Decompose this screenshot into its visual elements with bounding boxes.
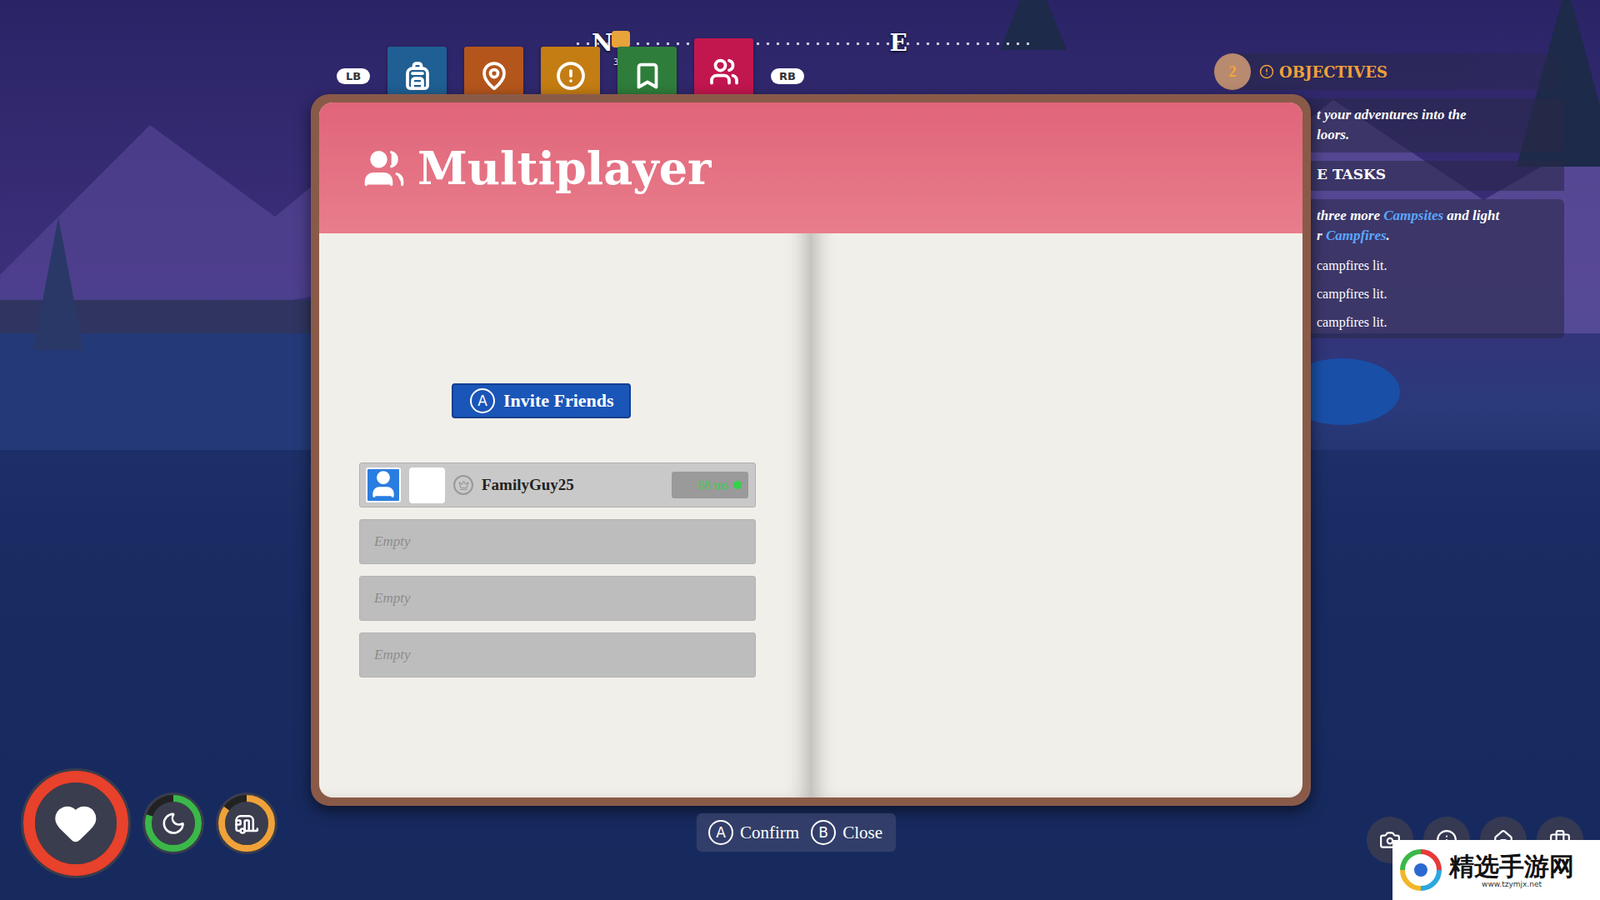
connection-dot [733,480,742,490]
meter-ring-icon [215,791,279,855]
compass-mark: E [886,29,911,57]
left-page: Multiplayer AInvite Friends FamilyGuy25 68 … [319,102,811,798]
right-bumper[interactable]: RB [770,68,805,85]
alert-icon [1259,64,1275,80]
rest-icon [160,810,186,836]
task-progress: campfires lit. [1316,315,1555,330]
right-page [810,102,1303,798]
van-meter [215,791,279,855]
host-crown-icon [453,475,474,495]
task-line: three more Campsites and light [1316,207,1555,225]
page-header [810,102,1303,234]
empty-slot: Empty [359,519,756,565]
watermark-url: www.tzymjx.net [1481,880,1542,889]
page-title: Multiplayer [417,141,711,195]
backpack-icon [402,60,433,91]
player-slot[interactable]: FamilyGuy25 68 ms [359,462,756,508]
task-progress: campfires lit. [1316,258,1555,274]
empty-slot: Empty [359,575,756,621]
a-key: A [470,388,495,414]
player-slots: FamilyGuy25 68 ms Empty Empty Empty [359,462,756,678]
task-line: r Campfires. [1316,227,1555,245]
journal-book: Multiplayer AInvite Friends FamilyGuy25 68 … [310,94,1311,806]
health-icon [53,800,99,846]
objective-count: 2 [1214,53,1251,90]
watermark-logo-icon [1397,846,1445,894]
invite-friends-button[interactable]: AInvite Friends [451,383,631,419]
health-meter [20,767,132,880]
left-bumper[interactable]: LB [336,68,370,85]
van-icon [234,810,260,836]
objectives-header: 2 OBJECTIVES [1214,53,1565,90]
watermark-name: 精选手游网 [1449,852,1575,880]
map-icon [479,60,510,91]
button-hints: AConfirm BClose [696,813,896,852]
status-meters [20,767,279,880]
bookmarks-icon [632,60,663,91]
multiplayer-icon [362,146,406,190]
rest-meter [141,791,205,855]
objectives-title: OBJECTIVES [1259,63,1388,81]
task-progress: campfires lit. [1316,286,1555,302]
campsite-marker-icon [611,30,630,48]
button-hint[interactable]: BClose [810,820,883,845]
multiplayer-icon [709,56,740,87]
watermark: 精选手游网www.tzymjx.net [1392,840,1600,900]
avatar-icon [365,467,401,503]
button-hint[interactable]: AConfirm [708,820,800,845]
empty-slot: Empty [359,632,756,678]
alerts-icon [555,60,586,91]
game-screen: LBRBN34E2OBJECTIVESt your adventures int… [0,0,1600,900]
page-header: Multiplayer [319,102,811,234]
meter-ring-icon [141,791,205,855]
player-name: FamilyGuy25 [481,475,664,495]
ping: 68 ms [671,471,749,499]
profile-picture [409,467,445,504]
